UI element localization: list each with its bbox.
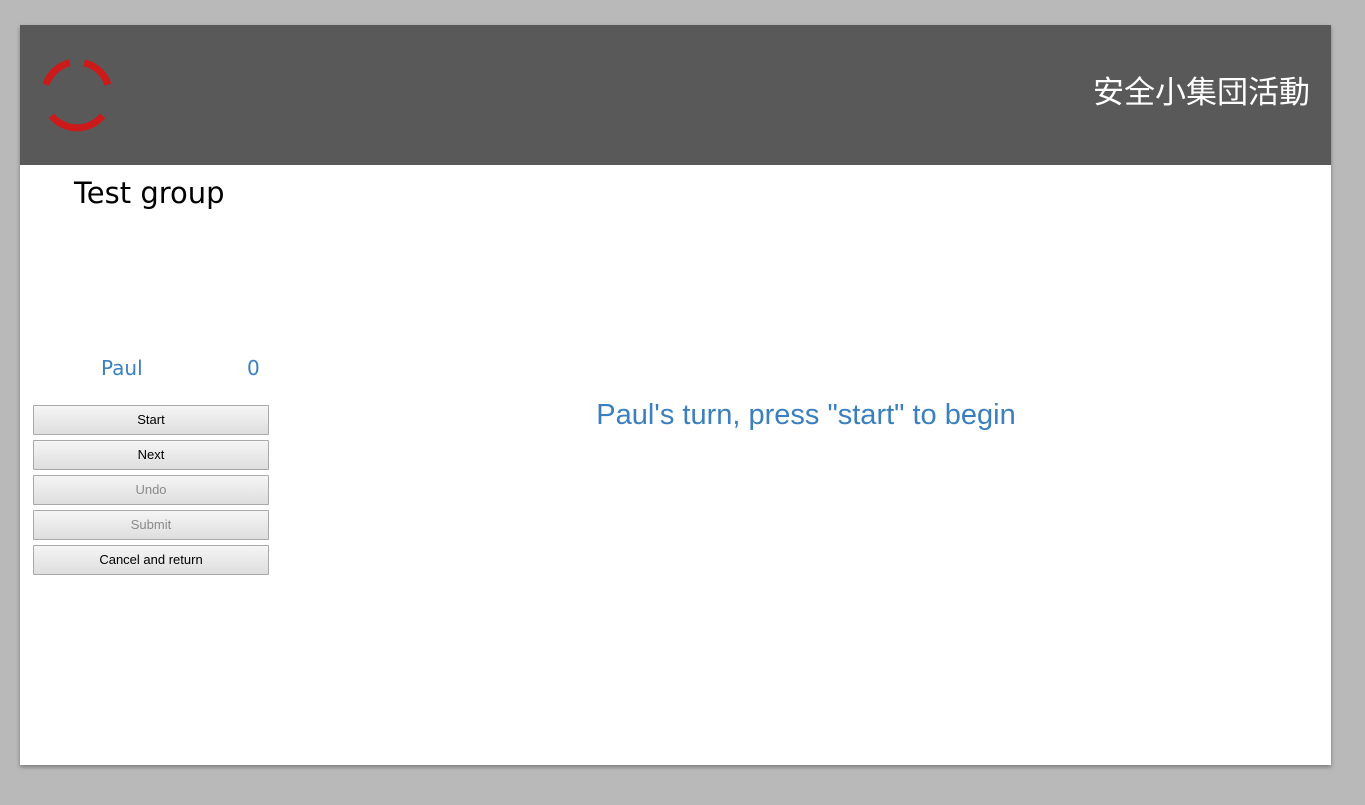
cancel-and-return-button[interactable]: Cancel and return: [33, 545, 269, 575]
app-title: 安全小集団活動: [1093, 75, 1310, 111]
next-button[interactable]: Next: [33, 440, 269, 470]
submit-button[interactable]: Submit: [33, 510, 269, 540]
turn-message: Paul's turn, press "start" to begin: [596, 399, 1016, 431]
player-name: Paul: [101, 356, 143, 380]
red-ring-logo-icon: [42, 59, 112, 132]
group-title: Test group: [74, 176, 225, 210]
start-button[interactable]: Start: [33, 405, 269, 435]
undo-button[interactable]: Undo: [33, 475, 269, 505]
app-header: 安全小集団活動: [20, 25, 1331, 165]
player-score: 0: [247, 356, 260, 380]
app-window: 安全小集団活動 Test group Paul 0 Start Next Und…: [20, 25, 1331, 765]
